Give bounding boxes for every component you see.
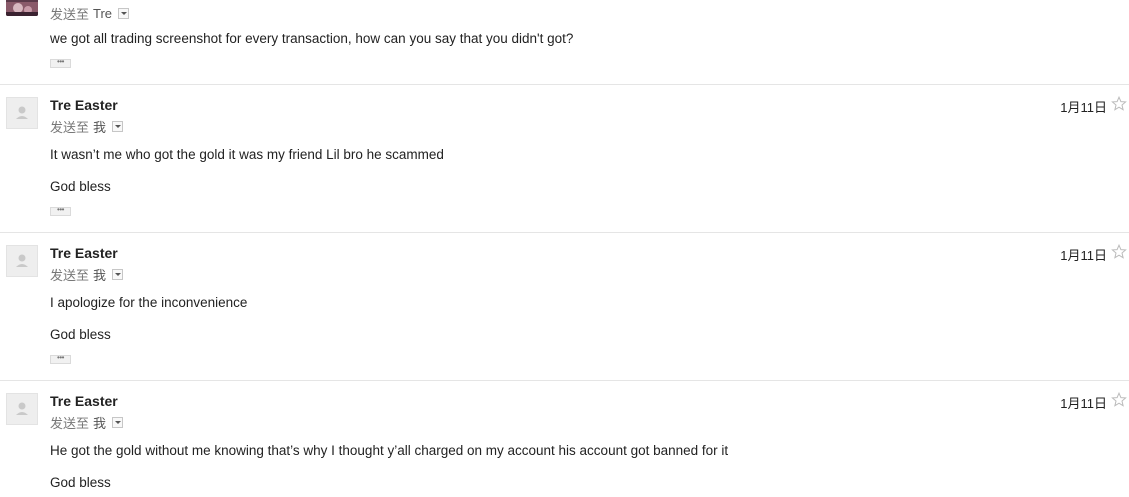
message-date: 1月11日 (1060, 100, 1107, 115)
message-body-line: God bless (50, 475, 111, 490)
show-trimmed-content-button[interactable]: ••• (50, 355, 71, 364)
person-silhouette-icon[interactable] (6, 393, 38, 425)
message-item: Tre Easter 发送至 我 1月11日 He got the gold w… (0, 381, 1129, 497)
to-label: 发送至 (50, 416, 90, 431)
recipient-line: 发送至 我 (50, 265, 124, 284)
chevron-down-icon[interactable] (112, 269, 124, 280)
message-item: Tre Easter 发送至 我 1月11日 It wasn’t me who … (0, 85, 1129, 232)
to-label: 发送至 (50, 7, 90, 22)
avatar-photo-image (6, 0, 38, 16)
message-body-line: we got all trading screenshot for every … (50, 31, 574, 46)
message-date: 1月11日 (1060, 396, 1107, 411)
recipient-name: 我 (93, 416, 107, 431)
show-trimmed-content-button[interactable]: ••• (50, 59, 71, 68)
recipient-name: 我 (93, 120, 107, 135)
star-outline-icon[interactable] (1111, 96, 1127, 112)
email-thread: 发送至 Tre we got all trading screenshot fo… (0, 0, 1129, 497)
message-body-line: God bless (50, 179, 111, 194)
message-body-line: I apologize for the inconvenience (50, 295, 248, 310)
message-body-line: God bless (50, 327, 111, 342)
recipient-line: 发送至 Tre (50, 4, 130, 23)
recipient-name: 我 (93, 268, 107, 283)
show-trimmed-content-button[interactable]: ••• (50, 207, 71, 216)
star-outline-icon[interactable] (1111, 392, 1127, 408)
chevron-down-icon[interactable] (112, 121, 124, 132)
message-body-line: It wasn’t me who got the gold it was my … (50, 147, 444, 162)
recipient-line: 发送至 我 (50, 117, 124, 136)
star-outline-icon[interactable] (1111, 244, 1127, 260)
sender-name[interactable]: Tre Easter (50, 245, 118, 261)
sender-name[interactable]: Tre Easter (50, 97, 118, 113)
to-label: 发送至 (50, 120, 90, 135)
message-body-line: He got the gold without me knowing that’… (50, 443, 729, 458)
message-item: 发送至 Tre we got all trading screenshot fo… (0, 0, 1129, 84)
message-item: Tre Easter 发送至 我 1月11日 I apologize for t… (0, 233, 1129, 380)
recipient-line: 发送至 我 (50, 413, 124, 432)
recipient-name: Tre (93, 6, 113, 21)
person-silhouette-icon[interactable] (6, 97, 38, 129)
chevron-down-icon[interactable] (112, 417, 124, 428)
person-silhouette-icon[interactable] (6, 245, 38, 277)
to-label: 发送至 (50, 268, 90, 283)
chevron-down-icon[interactable] (118, 8, 130, 19)
sender-avatar-photo[interactable] (6, 0, 38, 16)
message-date: 1月11日 (1060, 248, 1107, 263)
sender-name[interactable]: Tre Easter (50, 393, 118, 409)
